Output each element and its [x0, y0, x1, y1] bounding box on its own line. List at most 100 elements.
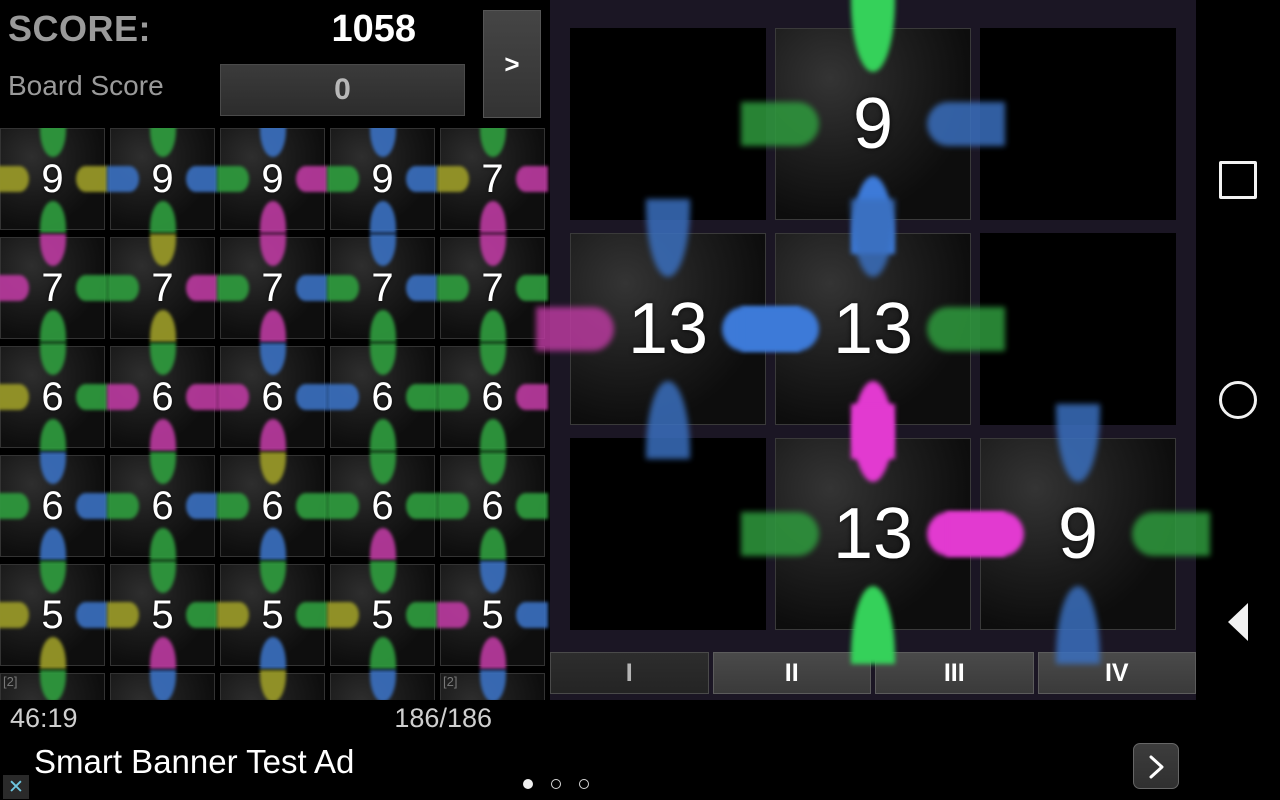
- tile-value: 6: [41, 483, 64, 528]
- board-cell-filled[interactable]: 9: [946, 404, 1210, 664]
- board-cell-empty[interactable]: [980, 233, 1176, 425]
- game-screen: SCORE: 1058 Board Score 0 > 999977777766…: [0, 0, 1280, 800]
- main-board-grid[interactable]: 9 13 13 13 9: [536, 0, 1210, 664]
- tile-value: 6: [151, 374, 174, 419]
- inventory-tile[interactable]: 5: [437, 561, 548, 669]
- ad-dot[interactable]: [579, 779, 589, 789]
- inventory-tile[interactable]: 7: [327, 234, 438, 342]
- inventory-tile[interactable]: 6: [107, 452, 218, 560]
- inventory-tile[interactable]: 5: [217, 561, 328, 669]
- tile-value: 5: [371, 592, 394, 637]
- board-cell-empty[interactable]: [980, 28, 1176, 220]
- tile-value: 6: [41, 374, 64, 419]
- tile-value: 5: [41, 592, 64, 637]
- inventory-tile[interactable]: [220, 670, 325, 700]
- tile-value: 6: [261, 483, 284, 528]
- inventory-tile[interactable]: 6: [217, 452, 328, 560]
- ad-next-button[interactable]: [1133, 743, 1179, 789]
- roman-button-ii[interactable]: II: [712, 652, 871, 694]
- left-panel: SCORE: 1058 Board Score 0 > 999977777766…: [0, 0, 550, 735]
- board-cell-empty[interactable]: [570, 438, 766, 630]
- tile-row: 9 9 9 9 7: [0, 128, 550, 237]
- status-bar: 46:19 186/186: [0, 700, 550, 738]
- timer-label: 46:19: [10, 703, 78, 733]
- tile-value: 6: [261, 374, 284, 419]
- tile-corner-badge: [2]: [3, 674, 18, 689]
- tile-row: 7 7 7 7 7: [0, 234, 550, 346]
- board-tile-value: 13: [832, 494, 914, 574]
- tile-value: 9: [261, 156, 284, 201]
- tile-value: 5: [261, 592, 284, 637]
- roman-button-i[interactable]: I: [550, 652, 709, 694]
- inventory-tile[interactable]: [330, 670, 435, 700]
- inventory-tile[interactable]: 9: [327, 128, 438, 233]
- tile-value: 5: [151, 592, 174, 637]
- inventory-tile[interactable]: 6: [327, 452, 438, 560]
- inventory-tile[interactable]: 6: [0, 452, 108, 560]
- home-circle-icon[interactable]: [1196, 358, 1280, 442]
- inventory-tile[interactable]: 5: [107, 561, 218, 669]
- next-button[interactable]: >: [483, 10, 541, 118]
- tile-value: 9: [371, 156, 394, 201]
- board-cell-filled[interactable]: 13: [741, 404, 1005, 664]
- score-label: SCORE:: [8, 8, 152, 49]
- progress-label: 186/186: [394, 703, 492, 733]
- score-row: SCORE: 1058: [0, 0, 478, 62]
- ad-dot[interactable]: [523, 779, 533, 789]
- chevron-right-icon: [1149, 755, 1164, 779]
- back-triangle-icon[interactable]: [1196, 580, 1280, 664]
- board-cell-empty[interactable]: [570, 28, 766, 220]
- board-tile-value: 13: [627, 289, 709, 369]
- inventory-tile[interactable]: [2]: [0, 670, 105, 700]
- inventory-tile[interactable]: 9: [0, 128, 108, 233]
- board-panel: 9 13 13 13 9: [536, 0, 1210, 700]
- tile-row: 5 5 5 5 5: [0, 561, 550, 673]
- score-header: SCORE: 1058 Board Score 0 >: [0, 0, 550, 128]
- tile-value: 6: [481, 483, 504, 528]
- inventory-tile[interactable]: 6: [437, 452, 548, 560]
- board-score-row: Board Score 0: [0, 62, 478, 124]
- tile-value: 7: [261, 265, 284, 310]
- inventory-tile[interactable]: 6: [437, 343, 548, 451]
- inventory-tile[interactable]: 9: [107, 128, 218, 233]
- inventory-tile[interactable]: 7: [437, 128, 548, 233]
- tile-value: 7: [41, 265, 64, 310]
- recents-square-icon[interactable]: [1196, 138, 1280, 222]
- tile-row: 6 6 6 6 6: [0, 452, 550, 564]
- ad-dot[interactable]: [551, 779, 561, 789]
- inventory-tile[interactable]: 7: [107, 234, 218, 342]
- board-score-label: Board Score: [8, 70, 164, 101]
- inventory-tile[interactable]: 5: [327, 561, 438, 669]
- close-icon[interactable]: ✕: [3, 775, 29, 799]
- inventory-tile[interactable]: 7: [0, 234, 108, 342]
- board-tile-value: 9: [852, 84, 894, 164]
- inventory-tile[interactable]: 9: [217, 128, 328, 233]
- inventory-tile[interactable]: 5: [0, 561, 108, 669]
- tile-row: [2] [2]: [0, 670, 550, 700]
- tile-value: 7: [481, 156, 504, 201]
- inventory-tile[interactable]: [2]: [440, 670, 545, 700]
- board-cell-filled[interactable]: 13: [536, 199, 800, 459]
- tile-value: 6: [371, 374, 394, 419]
- android-navbar: [1196, 0, 1280, 800]
- board-cell-filled[interactable]: 13: [741, 199, 1005, 459]
- tile-corner-badge: [2]: [443, 674, 458, 689]
- tile-value: 6: [481, 374, 504, 419]
- ad-page-dots: [523, 779, 589, 789]
- ad-banner[interactable]: Smart Banner Test Ad ✕: [0, 735, 1196, 800]
- inventory-tile[interactable]: 6: [0, 343, 108, 451]
- inventory-tile[interactable]: 6: [327, 343, 438, 451]
- ad-text: Smart Banner Test Ad: [34, 743, 355, 780]
- inventory-tile[interactable]: [110, 670, 215, 700]
- inventory-tile[interactable]: 7: [437, 234, 548, 342]
- tile-value: 7: [481, 265, 504, 310]
- inventory-tile[interactable]: 7: [217, 234, 328, 342]
- inventory-tile[interactable]: 6: [107, 343, 218, 451]
- tile-value: 9: [41, 156, 64, 201]
- tile-value: 9: [151, 156, 174, 201]
- tile-value: 6: [151, 483, 174, 528]
- board-cell-filled[interactable]: 9: [741, 0, 1005, 254]
- tile-inventory-grid[interactable]: 9 9 9 9 7 7 7 7 7 7 6 6 6 6 6 6 6 6 6 6 5 5 5 5 5 [2] [2]: [0, 128, 550, 700]
- inventory-tile[interactable]: 6: [217, 343, 328, 451]
- roman-button-iii[interactable]: III: [875, 652, 1034, 694]
